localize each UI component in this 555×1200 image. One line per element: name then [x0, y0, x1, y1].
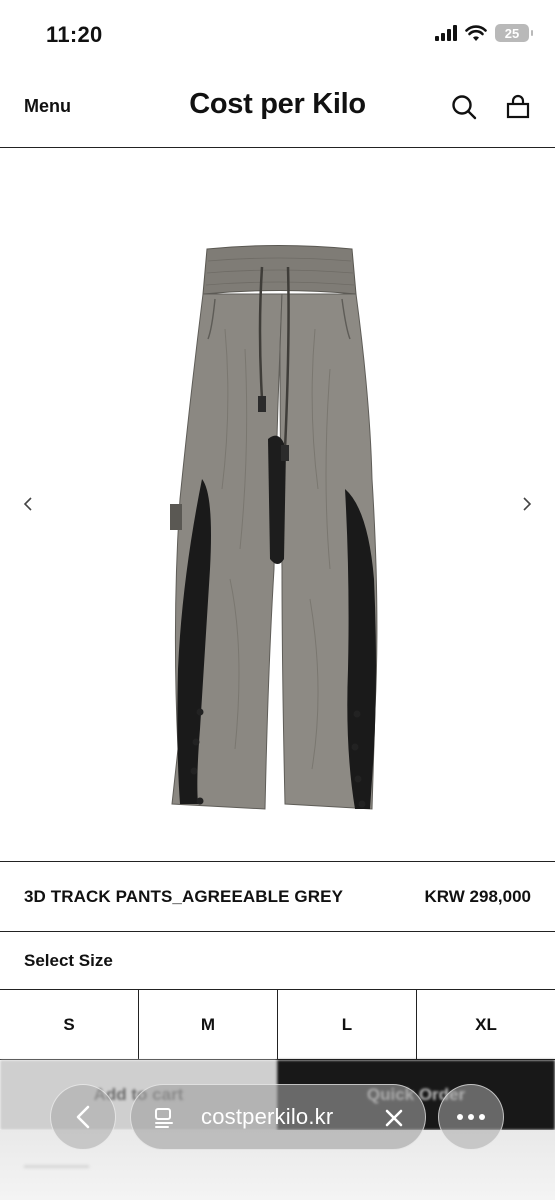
size-options: S M L XL	[0, 990, 555, 1060]
size-option-xl[interactable]: XL	[417, 990, 555, 1060]
product-image-carousel[interactable]	[0, 149, 555, 861]
product-name: 3D TRACK PANTS_AGREEABLE GREY	[24, 886, 344, 906]
size-selector-header: Select Size	[0, 932, 555, 990]
cellular-signal-icon	[435, 25, 457, 41]
track-pants-image	[170, 245, 378, 810]
url-text[interactable]: costperkilo.kr	[201, 1104, 333, 1130]
size-selector-label: Select Size	[24, 950, 113, 970]
reader-mode-icon[interactable]	[151, 1104, 177, 1130]
product-info-row: 3D TRACK PANTS_AGREEABLE GREY KRW 298,00…	[0, 861, 555, 932]
wifi-icon	[465, 24, 487, 41]
size-option-s[interactable]: S	[0, 990, 139, 1060]
status-time: 11:20	[46, 22, 103, 47]
url-bar[interactable]: costperkilo.kr	[130, 1084, 426, 1150]
battery-icon: 25	[495, 24, 533, 42]
shopping-bag-icon[interactable]	[503, 92, 533, 122]
footer-text: —————	[24, 1158, 89, 1173]
status-bar: 11:20 25	[0, 0, 555, 70]
browser-back-button[interactable]	[50, 1084, 116, 1150]
chevron-left-icon	[76, 1105, 90, 1129]
browser-more-button[interactable]	[438, 1084, 504, 1150]
status-icons: 25	[435, 24, 533, 42]
search-icon[interactable]	[449, 92, 479, 122]
size-option-l[interactable]: L	[278, 990, 417, 1060]
size-option-m[interactable]: M	[139, 990, 278, 1060]
site-header: Menu Cost per Kilo	[0, 70, 555, 148]
browser-toolbar: costperkilo.kr	[0, 1084, 555, 1152]
close-icon[interactable]	[381, 1105, 407, 1131]
product-price: KRW 298,000	[424, 886, 531, 906]
more-options-icon	[457, 1114, 485, 1120]
